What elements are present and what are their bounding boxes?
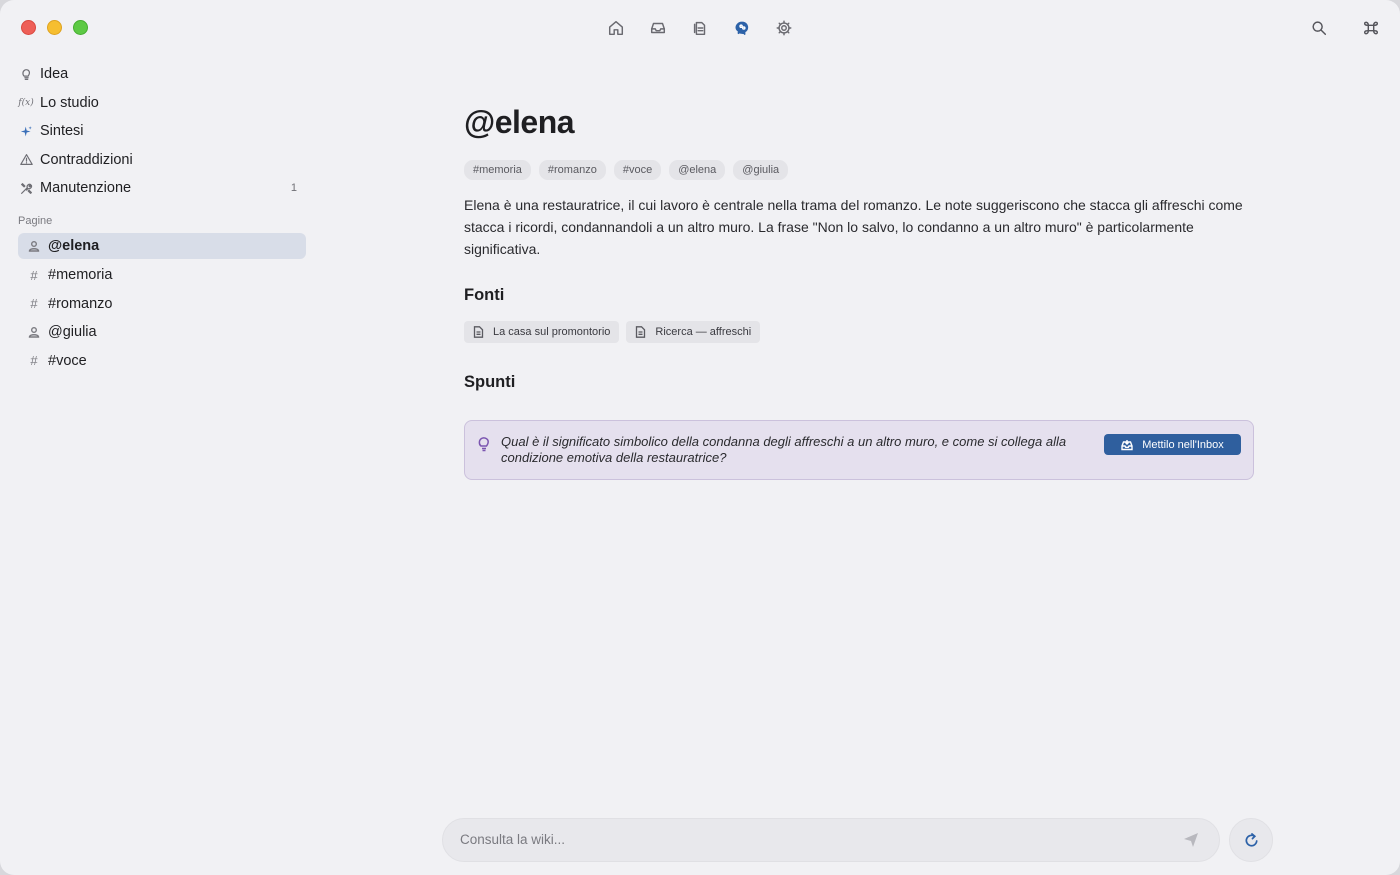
settings-icon[interactable] [773, 17, 795, 39]
page-label: #voce [48, 352, 87, 369]
maintenance-count-badge: 1 [290, 182, 297, 195]
app-window: Idea f(x) Lo studio Sintesi Contraddizio… [0, 0, 1400, 875]
sparkle-icon [18, 123, 34, 139]
documents-icon[interactable] [689, 17, 711, 39]
send-button[interactable] [1183, 832, 1201, 850]
hash-icon: # [30, 296, 38, 312]
sidebar-item-label: Lo studio [40, 94, 99, 111]
window-controls [21, 20, 88, 35]
hash-icon: # [30, 353, 38, 369]
source-link[interactable]: Ricerca — affreschi [626, 321, 761, 343]
warning-icon [18, 152, 34, 168]
sidebar-item-lo-studio[interactable]: f(x) Lo studio [0, 89, 318, 118]
idea-card: Qual è il significato simbolico della co… [464, 420, 1254, 480]
tag-chip[interactable]: #romanzo [538, 160, 606, 180]
inbox-icon[interactable] [647, 17, 669, 39]
lightbulb-icon [477, 436, 491, 457]
document-icon [636, 326, 646, 338]
secondary-toolbar [1308, 17, 1382, 39]
function-icon-text: f(x) [18, 97, 34, 108]
refresh-button[interactable] [1229, 818, 1273, 862]
sidebar-page-elena[interactable]: @elena [18, 232, 306, 259]
send-icon [1184, 833, 1198, 847]
sidebar-page-romanzo[interactable]: # #romanzo [18, 290, 306, 319]
page-label: @giulia [48, 324, 97, 341]
inbox-icon [1121, 439, 1133, 450]
sidebar-item-label: Manutenzione [40, 180, 132, 197]
tag-list: #memoria #romanzo #voce @elena @giulia [464, 160, 1254, 180]
page-label: #memoria [48, 267, 113, 284]
source-list: La casa sul promontorio Ricerca — affres… [464, 321, 1254, 343]
sidebar: Idea f(x) Lo studio Sintesi Contraddizio… [0, 60, 318, 375]
ask-wiki-bar [442, 818, 1220, 862]
tools-icon [18, 180, 34, 196]
tag-chip[interactable]: @elena [669, 160, 726, 180]
sidebar-item-sintesi[interactable]: Sintesi [0, 117, 318, 146]
refresh-icon [1244, 832, 1258, 847]
home-icon[interactable] [605, 17, 627, 39]
source-label: La casa sul promontorio [493, 326, 611, 338]
page-title: @elena [464, 104, 575, 140]
sidebar-page-memoria[interactable]: # #memoria [18, 261, 306, 290]
sidebar-item-label: Sintesi [40, 123, 84, 140]
tag-chip[interactable]: #memoria [464, 160, 531, 180]
minimize-window-button[interactable] [47, 20, 62, 35]
page-body-text: Elena è una restauratrice, il cui lavoro… [464, 197, 1243, 257]
document-icon [473, 326, 484, 338]
page-label: #romanzo [48, 295, 113, 312]
sources-heading: Fonti [464, 286, 505, 304]
sidebar-item-label: Idea [40, 66, 69, 83]
sidebar-page-giulia[interactable]: @giulia [18, 318, 306, 347]
ideas-heading: Spunti [464, 373, 516, 391]
function-icon: f(x) [18, 95, 34, 111]
close-window-button[interactable] [21, 20, 36, 35]
zoom-window-button[interactable] [73, 20, 88, 35]
sidebar-item-contraddizioni[interactable]: Contraddizioni [0, 146, 318, 175]
idea-question-text: Qual è il significato simbolico della co… [501, 434, 1067, 465]
add-to-inbox-button[interactable]: Mettilo nell'Inbox [1104, 434, 1241, 455]
lightbulb-icon [18, 66, 34, 82]
brain-icon[interactable] [731, 17, 753, 39]
source-label: Ricerca — affreschi [655, 326, 752, 338]
sidebar-page-voce[interactable]: # #voce [18, 347, 306, 376]
sidebar-item-label: Contraddizioni [40, 151, 133, 168]
main-toolbar [605, 17, 795, 39]
hash-icon: # [30, 267, 38, 283]
person-icon [27, 240, 41, 252]
sidebar-item-idea[interactable]: Idea [0, 60, 318, 89]
page-content: @elena #memoria #romanzo #voce @elena @g… [464, 104, 1254, 480]
page-label: @elena [48, 237, 100, 254]
source-link[interactable]: La casa sul promontorio [464, 321, 620, 343]
add-to-inbox-label: Mettilo nell'Inbox [1142, 438, 1224, 451]
ask-wiki-input[interactable] [460, 832, 1160, 847]
tag-chip[interactable]: @giulia [733, 160, 789, 180]
person-icon [27, 326, 41, 338]
command-icon[interactable] [1360, 17, 1382, 39]
search-icon[interactable] [1308, 17, 1330, 39]
sidebar-item-manutenzione[interactable]: Manutenzione 1 [0, 174, 318, 203]
tag-chip[interactable]: #voce [613, 160, 662, 180]
pages-section-label: Pagine [18, 214, 53, 227]
